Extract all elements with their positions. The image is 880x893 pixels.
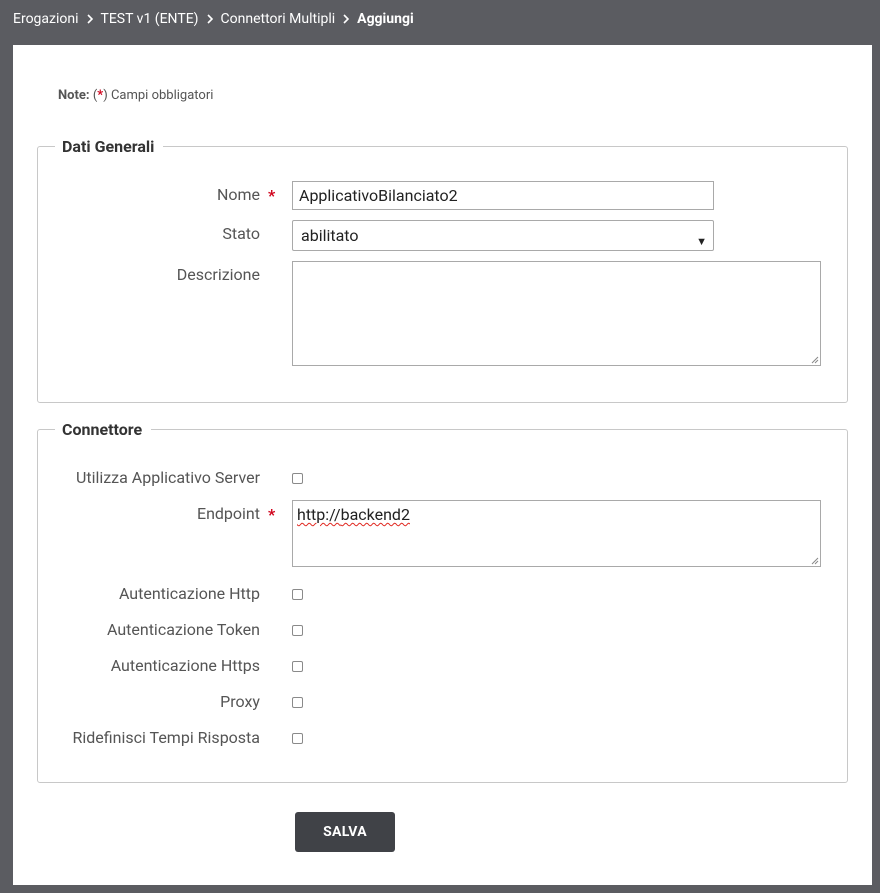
breadcrumb: Erogazioni TEST v1 (ENTE) Connettori Mul… xyxy=(13,0,414,38)
endpoint-value-prefix: http:// xyxy=(297,505,341,524)
dati-generali-legend: Dati Generali xyxy=(62,137,155,156)
autenticazione-token-label: Autenticazione Token xyxy=(106,620,260,639)
applicativo-server-label: Utilizza Applicativo Server xyxy=(75,468,260,487)
autenticazione-http-label: Autenticazione Http xyxy=(118,584,260,603)
nome-input[interactable]: ApplicativoBilanciato2 xyxy=(292,181,714,210)
proxy-checkbox[interactable] xyxy=(292,697,303,708)
tempi-risposta-label: Ridefinisci Tempi Risposta xyxy=(72,728,260,747)
save-button[interactable]: SALVA xyxy=(295,812,395,852)
chevron-right-icon xyxy=(199,14,221,24)
chevron-right-icon xyxy=(335,14,357,24)
autenticazione-https-checkbox[interactable] xyxy=(292,661,303,672)
resize-grip-icon[interactable] xyxy=(811,557,819,565)
required-note: Note: (*) Campi obbligatori xyxy=(58,88,213,103)
applicativo-server-checkbox[interactable] xyxy=(292,473,303,484)
stato-label: Stato xyxy=(222,224,260,243)
autenticazione-http-checkbox[interactable] xyxy=(292,589,303,600)
nome-label: Nome xyxy=(216,185,260,204)
descrizione-textarea[interactable] xyxy=(292,261,821,366)
chevron-right-icon xyxy=(79,14,101,24)
stato-selected-value: abilitato xyxy=(301,226,359,245)
resize-grip-icon[interactable] xyxy=(811,356,819,364)
endpoint-label: Endpoint xyxy=(196,504,260,523)
breadcrumb-current: Aggiungi xyxy=(357,11,414,27)
breadcrumb-test-ente[interactable]: TEST v1 (ENTE) xyxy=(101,11,199,27)
endpoint-textarea[interactable]: http://backend2 xyxy=(292,500,821,567)
tempi-risposta-checkbox[interactable] xyxy=(292,733,303,744)
note-text: Campi obbligatori xyxy=(110,88,214,103)
connettore-legend: Connettore xyxy=(62,420,143,439)
endpoint-required-marker: * xyxy=(268,505,276,524)
nome-required-marker: * xyxy=(268,186,276,205)
stato-select[interactable]: abilitato ▼ xyxy=(292,220,714,251)
endpoint-value-host: backend2 xyxy=(340,505,410,524)
descrizione-label: Descrizione xyxy=(176,265,260,284)
proxy-label: Proxy xyxy=(220,692,260,711)
breadcrumb-erogazioni[interactable]: Erogazioni xyxy=(13,11,79,27)
autenticazione-https-label: Autenticazione Https xyxy=(110,656,260,675)
dropdown-caret-icon: ▼ xyxy=(696,235,707,248)
autenticazione-token-checkbox[interactable] xyxy=(292,625,303,636)
form-panel: Note: (*) Campi obbligatori Dati General… xyxy=(13,45,872,885)
note-close: ) xyxy=(103,88,108,103)
note-label: Note: xyxy=(58,88,90,103)
breadcrumb-connettori-multipli[interactable]: Connettori Multipli xyxy=(221,11,336,27)
